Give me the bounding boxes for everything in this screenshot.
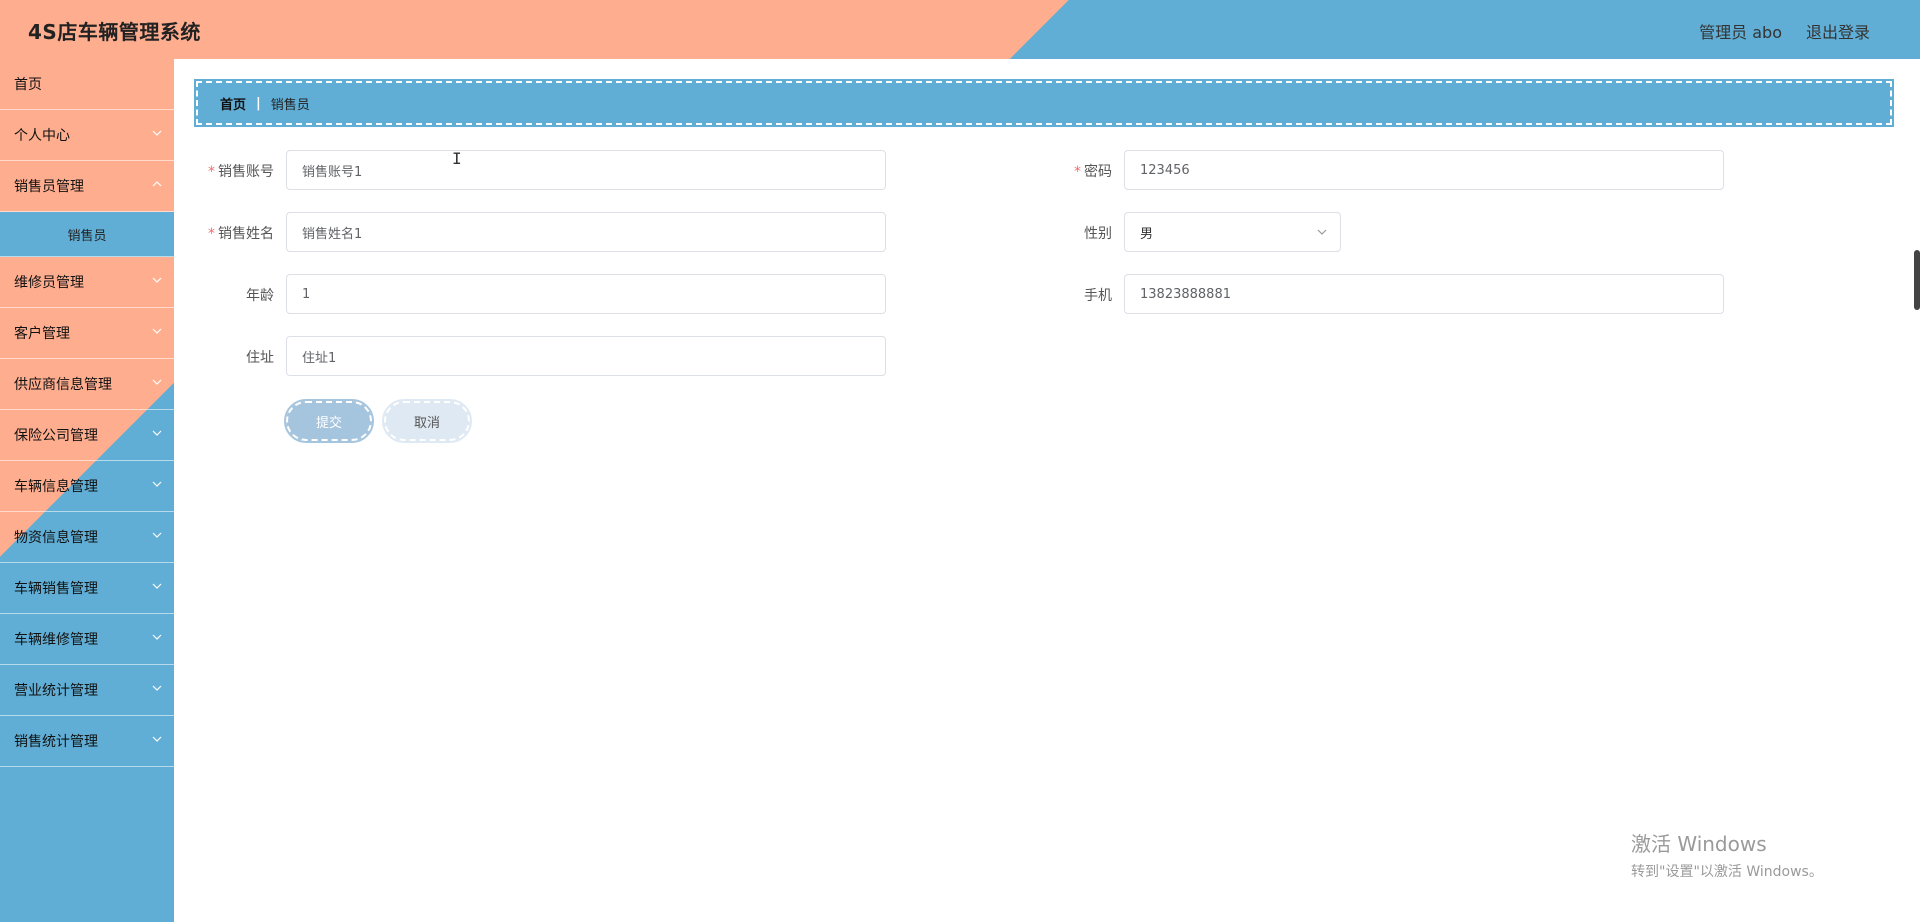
sidebar-item-customer-management[interactable]: 客户管理	[0, 308, 174, 359]
top-header: 4S店车辆管理系统 管理员 abo 退出登录	[0, 0, 1920, 59]
watermark-line1: 激活 Windows	[1631, 832, 1767, 856]
password-label: * 密码	[1074, 164, 1112, 180]
sidebar-item-label: 物资信息管理	[14, 530, 98, 546]
breadcrumb-separator: |	[256, 95, 261, 111]
sidebar-item-label: 保险公司管理	[14, 428, 98, 444]
chevron-down-icon	[151, 631, 163, 643]
sidebar-item-label: 销售员管理	[14, 179, 84, 195]
account-label: * 销售账号	[208, 164, 274, 180]
gender-select-value: 男	[1140, 226, 1154, 242]
age-input[interactable]	[286, 274, 886, 314]
watermark-line2: 转到"设置"以激活 Windows。	[1631, 864, 1823, 880]
header-user-area: 管理员 abo 退出登录	[1699, 19, 1870, 43]
sidebar-item-sales-stats-management[interactable]: 销售统计管理	[0, 716, 174, 767]
password-input[interactable]	[1124, 150, 1724, 190]
sidebar-item-label: 首页	[14, 77, 42, 93]
phone-label: 手机	[1084, 288, 1112, 304]
chevron-down-icon	[151, 127, 163, 139]
sidebar-item-label: 个人中心	[14, 128, 70, 144]
form-row-age-phone: 年龄 手机	[174, 274, 1920, 314]
sidebar-item-business-stats-management[interactable]: 营业统计管理	[0, 665, 174, 716]
chevron-down-icon	[151, 274, 163, 286]
text-cursor-icon: I	[452, 149, 462, 168]
sidebar-item-label: 销售统计管理	[14, 734, 98, 750]
scrollbar-thumb[interactable]	[1914, 250, 1920, 310]
age-label: 年龄	[246, 288, 274, 304]
account-input[interactable]	[286, 150, 886, 190]
chevron-down-icon	[151, 478, 163, 490]
form-row-address: 住址	[174, 336, 974, 376]
breadcrumb-home[interactable]: 首页	[220, 94, 246, 113]
sidebar-item-label: 供应商信息管理	[14, 377, 112, 393]
sidebar-item-supplier-management[interactable]: 供应商信息管理	[0, 359, 174, 410]
main-content: 首页 | 销售员 *销售账号 *密码 *销售姓名 性别 男 年龄 手机 住址 提…	[174, 59, 1920, 922]
name-input[interactable]	[286, 212, 886, 252]
chevron-down-icon	[151, 682, 163, 694]
address-input[interactable]	[286, 336, 886, 376]
phone-input[interactable]	[1124, 274, 1724, 314]
chevron-down-icon	[151, 376, 163, 388]
cancel-button[interactable]: 取消	[382, 399, 472, 443]
sidebar-item-label: 营业统计管理	[14, 683, 98, 699]
sidebar-item-repairman-management[interactable]: 维修员管理	[0, 257, 174, 308]
sidebar-item-label: 维修员管理	[14, 275, 84, 291]
chevron-down-icon	[151, 325, 163, 337]
sidebar-subitem-label: 销售员	[67, 228, 107, 244]
sidebar-item-vehicle-info-management[interactable]: 车辆信息管理	[0, 461, 174, 512]
chevron-down-icon	[151, 580, 163, 592]
chevron-up-icon	[151, 178, 163, 190]
sidebar-item-vehicle-sales-management[interactable]: 车辆销售管理	[0, 563, 174, 614]
user-label: 管理员 abo	[1699, 23, 1782, 42]
gender-label: 性别	[1084, 226, 1112, 242]
form-actions: 提交 取消	[284, 399, 486, 443]
sidebar-item-label: 客户管理	[14, 326, 70, 342]
address-label: 住址	[246, 350, 274, 366]
sidebar-item-material-info-management[interactable]: 物资信息管理	[0, 512, 174, 563]
app-title: 4S店车辆管理系统	[28, 20, 201, 44]
gender-select[interactable]: 男	[1124, 212, 1341, 252]
sidebar-subitem-salesperson[interactable]: 销售员	[0, 212, 174, 257]
breadcrumb: 首页 | 销售员	[194, 79, 1894, 127]
sidebar-item-salesperson-management[interactable]: 销售员管理	[0, 161, 174, 212]
form-row-account-password: *销售账号 *密码	[174, 150, 1920, 190]
sidebar-item-vehicle-repair-management[interactable]: 车辆维修管理	[0, 614, 174, 665]
breadcrumb-current: 销售员	[270, 97, 310, 113]
sidebar-item-home[interactable]: 首页	[0, 59, 174, 110]
name-label: * 销售姓名	[208, 226, 274, 242]
logout-link[interactable]: 退出登录	[1806, 19, 1870, 43]
chevron-down-icon	[1316, 226, 1328, 242]
chevron-down-icon	[151, 427, 163, 439]
windows-activation-watermark: 激活 Windows 转到"设置"以激活 Windows。	[1631, 828, 1823, 881]
sidebar: 首页 个人中心 销售员管理 销售员 维修员管理 客户管理 供应商信息管理 保险公…	[0, 59, 174, 922]
chevron-down-icon	[151, 733, 163, 745]
form-row-name-gender: *销售姓名 性别 男	[174, 212, 1920, 252]
sidebar-item-label: 车辆信息管理	[14, 479, 98, 495]
submit-button[interactable]: 提交	[284, 399, 374, 443]
sidebar-item-insurance-management[interactable]: 保险公司管理	[0, 410, 174, 461]
sidebar-item-label: 车辆销售管理	[14, 581, 98, 597]
sidebar-item-label: 车辆维修管理	[14, 632, 98, 648]
chevron-down-icon	[151, 529, 163, 541]
sidebar-item-personal-center[interactable]: 个人中心	[0, 110, 174, 161]
